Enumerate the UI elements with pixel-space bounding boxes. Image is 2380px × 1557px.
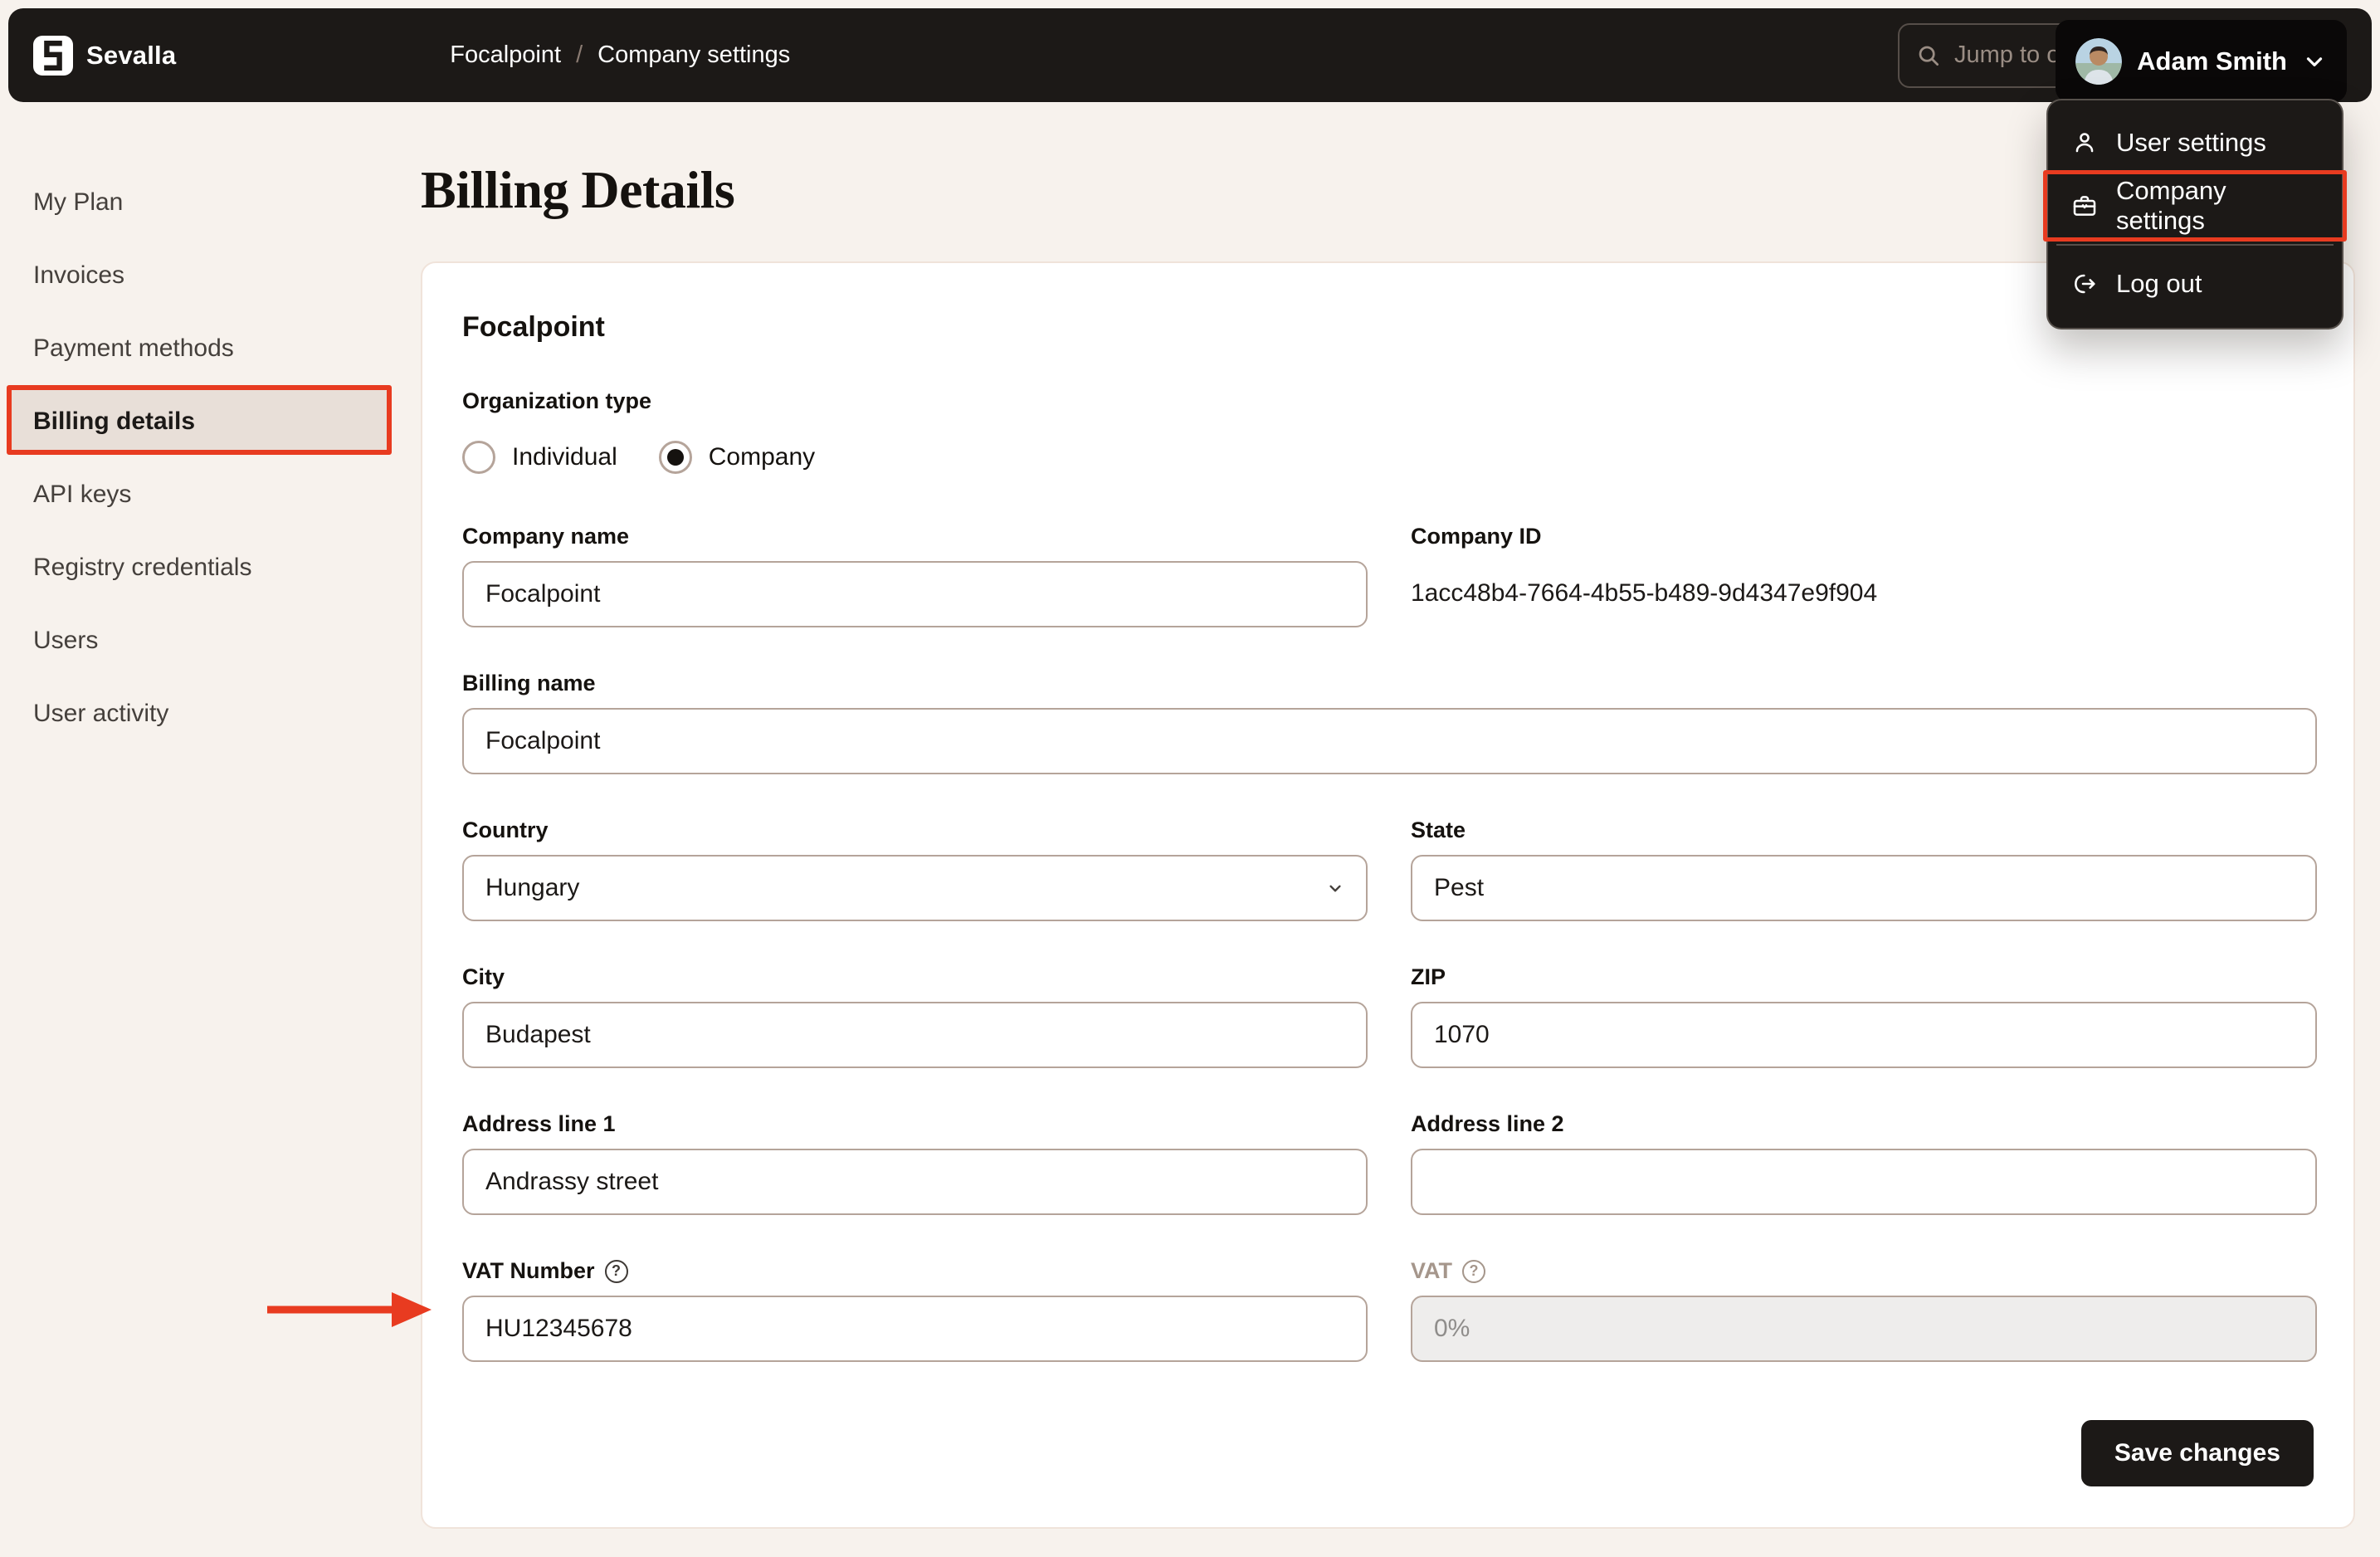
company-name-label: Company name xyxy=(462,524,630,549)
menu-item-company-settings[interactable]: Company settings xyxy=(2048,174,2342,237)
company-id-field: Company ID 1acc48b4-7664-4b55-b489-9d434… xyxy=(1411,524,2317,627)
radio-individual-label: Individual xyxy=(512,443,617,471)
breadcrumb: Focalpoint / Company settings xyxy=(450,41,790,69)
breadcrumb-project[interactable]: Focalpoint xyxy=(450,41,561,69)
company-name-field: Company name xyxy=(462,524,1368,627)
country-value: Hungary xyxy=(485,874,580,901)
radio-company-circle[interactable] xyxy=(658,441,692,474)
billing-name-field: Billing name xyxy=(462,671,2317,774)
card-title: Focalpoint xyxy=(462,311,605,343)
vat-input xyxy=(1411,1296,2317,1362)
menu-item-label: User settings xyxy=(2116,128,2266,157)
radio-company-dot xyxy=(666,449,684,466)
sidebar-item-user-activity[interactable]: User activity xyxy=(7,681,390,746)
billing-name-input[interactable] xyxy=(462,708,2317,774)
billing-details-screen: Sevalla Focalpoint / Company settings ⌘ … xyxy=(0,0,2380,1557)
address-line-2-field: Address line 2 xyxy=(1411,1111,2317,1215)
brand-name: Sevalla xyxy=(86,40,177,70)
save-changes-button[interactable]: Save changes xyxy=(2080,1420,2314,1486)
sidebar-item-api-keys[interactable]: API keys xyxy=(7,462,390,527)
vat-number-label-text: VAT Number xyxy=(462,1258,595,1283)
address-line-1-field: Address line 1 xyxy=(462,1111,1368,1215)
menu-divider xyxy=(2056,244,2334,246)
sevalla-logo[interactable] xyxy=(33,35,73,76)
address-line-1-label: Address line 1 xyxy=(462,1111,616,1136)
top-bar: Sevalla Focalpoint / Company settings ⌘ … xyxy=(8,8,2372,102)
company-id-value: 1acc48b4-7664-4b55-b489-9d4347e9f904 xyxy=(1411,579,1878,607)
user-dropdown-menu: User settings Company settings Log out xyxy=(2046,99,2343,329)
vat-number-help-icon[interactable]: ? xyxy=(604,1259,628,1283)
annotation-arrow-vat-number xyxy=(267,1292,432,1327)
sidebar-item-payment-methods[interactable]: Payment methods xyxy=(7,316,390,381)
company-name-input[interactable] xyxy=(462,561,1368,627)
vat-label-text: VAT xyxy=(1411,1258,1452,1283)
zip-input[interactable] xyxy=(1411,1002,2317,1068)
settings-sidebar: My Plan Invoices Payment methods Billing… xyxy=(0,170,407,754)
avatar xyxy=(2075,37,2123,85)
country-select[interactable]: Hungary xyxy=(462,855,1368,921)
radio-individual-circle[interactable] xyxy=(462,441,495,474)
country-field: Country Hungary xyxy=(462,818,1368,921)
menu-item-user-settings[interactable]: User settings xyxy=(2048,111,2342,174)
radio-company-label: Company xyxy=(708,443,816,471)
city-input[interactable] xyxy=(462,1002,1368,1068)
search-icon xyxy=(1919,46,1939,66)
country-label: Country xyxy=(462,818,549,842)
menu-item-label: Company settings xyxy=(2116,176,2226,235)
organization-type-label: Organization type xyxy=(462,388,652,413)
zip-label: ZIP xyxy=(1411,964,1446,989)
menu-item-log-out[interactable]: Log out xyxy=(2048,252,2342,315)
billing-name-label: Billing name xyxy=(462,671,596,696)
vat-number-label: VAT Number ? xyxy=(462,1258,1368,1284)
address-line-2-input[interactable] xyxy=(1411,1149,2317,1215)
chevron-down-icon xyxy=(2306,56,2323,66)
vat-number-input[interactable] xyxy=(462,1296,1368,1362)
address-line-2-label: Address line 2 xyxy=(1411,1111,1564,1136)
menu-item-label: Log out xyxy=(2116,269,2202,298)
vat-number-field: VAT Number ? xyxy=(462,1258,1368,1362)
page-title: Billing Details xyxy=(421,160,735,219)
sidebar-item-registry-credentials[interactable]: Registry credentials xyxy=(7,535,390,600)
billing-details-card: Focalpoint Organization type Individual … xyxy=(421,261,2355,1529)
billing-form: Company name Company ID 1acc48b4-7664-4b… xyxy=(462,524,2317,1362)
sidebar-item-users[interactable]: Users xyxy=(7,608,390,673)
breadcrumb-separator: / xyxy=(576,41,583,68)
vat-field: VAT ? xyxy=(1411,1258,2317,1362)
radio-individual[interactable]: Individual xyxy=(462,441,617,474)
user-menu-button[interactable]: Adam Smith xyxy=(2056,20,2347,102)
briefcase-icon xyxy=(2073,196,2096,216)
sidebar-item-billing-details[interactable]: Billing details xyxy=(7,389,390,454)
breadcrumb-page[interactable]: Company settings xyxy=(597,41,790,69)
radio-company[interactable]: Company xyxy=(658,441,816,474)
city-label: City xyxy=(462,964,505,989)
state-field: State xyxy=(1411,818,2317,921)
address-line-1-input[interactable] xyxy=(462,1149,1368,1215)
organization-type-radios: Individual Company xyxy=(462,441,2314,474)
city-field: City xyxy=(462,964,1368,1068)
zip-field: ZIP xyxy=(1411,964,2317,1068)
logout-icon xyxy=(2075,274,2095,294)
state-input[interactable] xyxy=(1411,855,2317,921)
state-label: State xyxy=(1411,818,1466,842)
vat-label: VAT ? xyxy=(1411,1258,2317,1284)
user-icon xyxy=(2075,133,2094,153)
user-name: Adam Smith xyxy=(2137,46,2287,76)
vat-help-icon[interactable]: ? xyxy=(1462,1259,1485,1283)
sevalla-logo-icon xyxy=(44,40,62,71)
company-id-label: Company ID xyxy=(1411,524,1542,549)
select-chevron-icon xyxy=(1329,885,1341,892)
sidebar-item-invoices[interactable]: Invoices xyxy=(7,243,390,308)
sidebar-item-my-plan[interactable]: My Plan xyxy=(7,170,390,235)
